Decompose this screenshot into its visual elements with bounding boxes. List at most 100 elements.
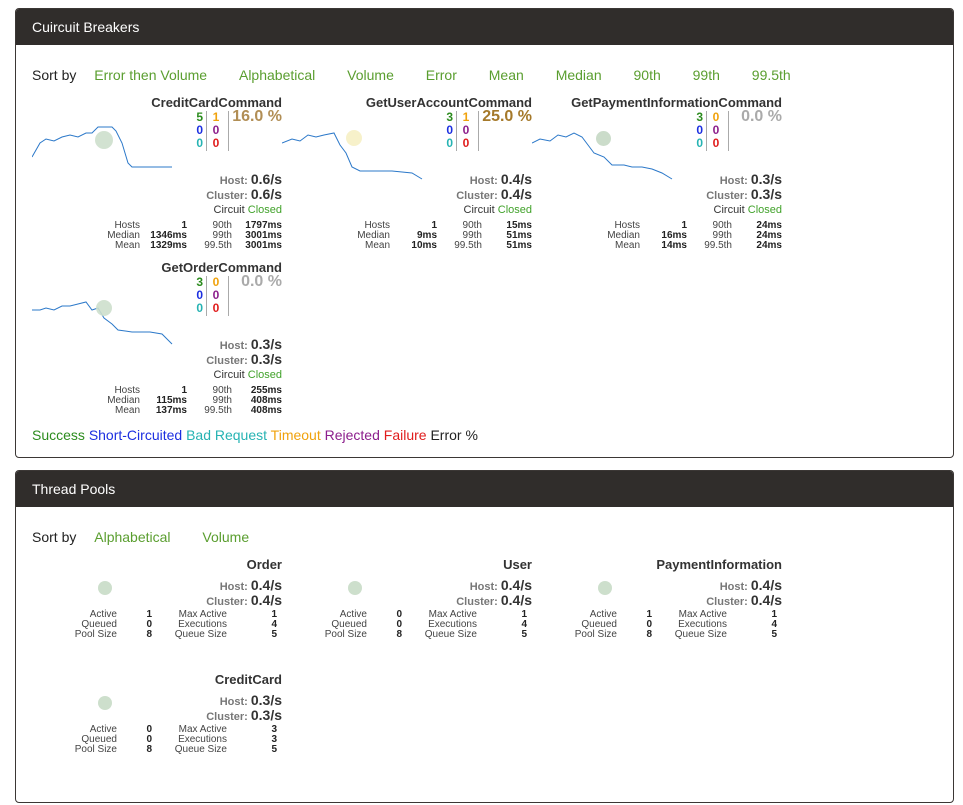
queue-size-label: Queue Size (424, 629, 477, 640)
legend-short-circuited: Short-Circuited (88, 427, 183, 443)
sort-99th[interactable]: 99th (693, 67, 720, 83)
sort-error-then-volume[interactable]: Error then Volume (94, 67, 207, 83)
thread-sort-volume[interactable]: Volume (202, 529, 249, 545)
host-rate-row: Host: 0.4/s (470, 171, 532, 187)
sparkline-chart (32, 126, 172, 168)
bad-request-count: 0 (196, 301, 203, 315)
pool-cluster-rate: 0.4/s (750, 592, 782, 608)
host-rate: 0.3/s (750, 171, 782, 187)
legend-rejected: Rejected (324, 427, 380, 443)
p995-value: 3001ms (245, 240, 282, 251)
status-legend: Success Short-Circuited Bad Request Time… (32, 427, 478, 443)
p995-value: 408ms (250, 405, 282, 416)
sort-90th[interactable]: 90th (634, 67, 661, 83)
error-divider (228, 111, 229, 151)
pool-stats: Active Queued Pool Size 0 0 8 Max Active… (282, 610, 532, 642)
error-percentage: 0.0 % (741, 108, 782, 125)
pool-cluster-label: Cluster: (456, 596, 498, 608)
cluster-rate-row: Cluster: 0.3/s (206, 351, 282, 367)
pool-health-dot (348, 581, 362, 595)
counts-divider (456, 111, 457, 151)
pool-cluster-rate: 0.4/s (500, 592, 532, 608)
circuit-label: Circuit (713, 204, 745, 216)
mean-label: Mean (614, 240, 640, 251)
bad-request-count: 0 (696, 136, 703, 150)
thread-pools-panel: Thread Pools Sort by Alphabetical Volume… (15, 470, 954, 803)
sort-median[interactable]: Median (556, 67, 602, 83)
legend-failure: Failure (383, 427, 427, 443)
circuit-breaker-card: CreditCardCommand 5 0 0 1 0 0 16.0 % Hos… (32, 95, 282, 255)
latency-stats: Hosts Median Mean 1 9ms 10ms 90th 99th 9… (282, 221, 532, 253)
sort-error[interactable]: Error (426, 67, 457, 83)
cluster-rate-row: Cluster: 0.4/s (456, 186, 532, 202)
circuit-status: Circuit Closed (214, 204, 282, 216)
cluster-rate-row: Cluster: 0.6/s (206, 186, 282, 202)
latency-stats: Hosts Median Mean 1 115ms 137ms 90th 99t… (32, 386, 282, 418)
health-bubble (346, 130, 362, 146)
sort-alphabetical[interactable]: Alphabetical (239, 67, 315, 83)
circuit-breaker-card: GetPaymentInformationCommand 3 0 0 0 0 0… (532, 95, 782, 255)
pool-host-row: Host: 0.4/s (720, 577, 782, 593)
queue-size-label: Queue Size (174, 629, 227, 640)
error-percentage: 0.0 % (241, 273, 282, 290)
p995-value: 51ms (506, 240, 532, 251)
queue-size-value: 5 (271, 629, 277, 640)
host-rate: 0.6/s (250, 171, 282, 187)
queue-size-label: Queue Size (674, 629, 727, 640)
counts-col-2: 1 0 0 (209, 111, 223, 150)
circuit-status: Circuit Closed (464, 204, 532, 216)
counts-col-2: 0 0 0 (209, 276, 223, 315)
circuit-state: Closed (747, 204, 782, 216)
pool-cluster-rate: 0.3/s (250, 707, 282, 723)
circuit-state: Closed (247, 369, 282, 381)
pool-health-dot (98, 696, 112, 710)
pool-size-label: Pool Size (574, 629, 617, 640)
pool-host-rate: 0.4/s (750, 577, 782, 593)
p995-value: 24ms (756, 240, 782, 251)
pool-stats: Active Queued Pool Size 0 0 8 Max Active… (32, 725, 282, 757)
counts-col-1: 3 0 0 (196, 276, 203, 315)
failure-count: 0 (212, 136, 220, 150)
sparkline-chart (282, 132, 423, 180)
circuit-breaker-card: GetOrderCommand 3 0 0 0 0 0 0.0 % Host: … (32, 260, 282, 420)
host-rate-row: Host: 0.6/s (220, 171, 282, 187)
host-rate-row: Host: 0.3/s (720, 171, 782, 187)
mean-label: Mean (114, 405, 140, 416)
circuit-status: Circuit Closed (714, 204, 782, 216)
cluster-label: Cluster: (206, 355, 248, 367)
circuit-breakers-panel: Cuircuit Breakers Sort by Error then Vol… (15, 8, 954, 458)
mean-value: 1329ms (150, 240, 187, 251)
sort-mean[interactable]: Mean (489, 67, 524, 83)
p995-label: 99.5th (454, 240, 482, 251)
host-rate-row: Host: 0.3/s (220, 336, 282, 352)
thread-sort-by-label: Sort by (32, 529, 77, 545)
pool-stats: Active Queued Pool Size 1 0 8 Max Active… (32, 610, 282, 642)
pool-cluster-rate: 0.4/s (250, 592, 282, 608)
thread-pool-sort-bar: Sort by Alphabetical Volume (32, 529, 275, 545)
p995-label: 99.5th (204, 405, 232, 416)
error-divider (228, 276, 229, 316)
circuit-label: Circuit (213, 369, 245, 381)
cluster-rate-row: Cluster: 0.3/s (706, 186, 782, 202)
counts-col-1: 3 0 0 (446, 111, 453, 150)
counts-col-2: 1 0 0 (459, 111, 473, 150)
counts-col-1: 3 0 0 (696, 111, 703, 150)
health-bubble (95, 131, 113, 149)
sort-99-5th[interactable]: 99.5th (752, 67, 791, 83)
pool-cluster-row: Cluster: 0.3/s (206, 707, 282, 723)
legend-error-pct: Error % (430, 427, 478, 443)
pool-size-value: 8 (146, 629, 152, 640)
sort-volume[interactable]: Volume (347, 67, 394, 83)
thread-sort-alphabetical[interactable]: Alphabetical (94, 529, 170, 545)
pool-host-rate: 0.4/s (500, 577, 532, 593)
health-bubble (596, 131, 611, 146)
circuit-sort-bar: Sort by Error then Volume Alphabetical V… (32, 67, 817, 83)
pool-health-dot (598, 581, 612, 595)
pool-size-label: Pool Size (324, 629, 367, 640)
sparkline-chart (532, 132, 673, 180)
bad-request-count: 0 (196, 136, 203, 150)
pool-health-dot (98, 581, 112, 595)
latency-stats: Hosts Median Mean 1 1346ms 1329ms 90th 9… (32, 221, 282, 253)
legend-timeout: Timeout (270, 427, 321, 443)
mean-label: Mean (114, 240, 140, 251)
